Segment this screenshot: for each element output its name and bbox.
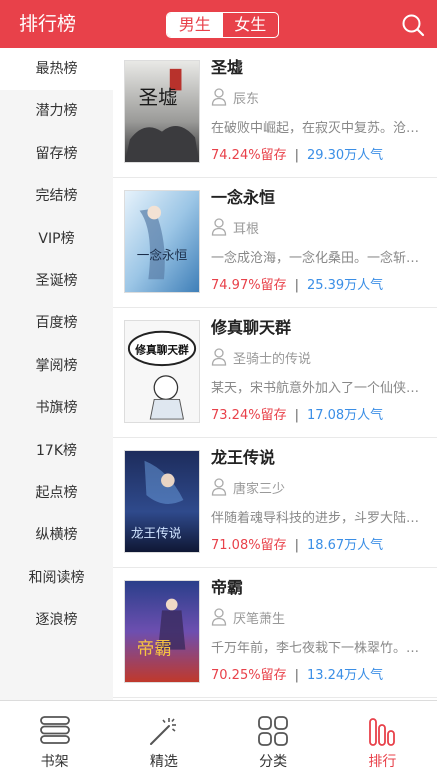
gender-toggle: 男生 女生 bbox=[166, 12, 279, 38]
book-title: 龙王传说 bbox=[211, 448, 276, 467]
retention-rate: 70.25%留存 bbox=[211, 668, 287, 683]
top-bar: 排行榜 男生 女生 bbox=[0, 0, 437, 48]
stats-separator: | bbox=[294, 538, 299, 553]
page-title: 排行榜 bbox=[19, 13, 77, 35]
popularity-count: 13.24万人气 bbox=[306, 668, 384, 683]
svg-text:龙王传说: 龙王传说 bbox=[131, 525, 182, 540]
popularity-count: 17.08万人气 bbox=[306, 408, 384, 423]
sidebar-item-christmas[interactable]: 圣诞榜 bbox=[0, 260, 113, 302]
sidebar-item-zhangyue[interactable]: 掌阅榜 bbox=[0, 345, 113, 387]
book-stats: 73.24%留存 | 17.08万人气 bbox=[211, 404, 383, 423]
retention-rate: 71.08%留存 bbox=[211, 538, 287, 553]
author-row: 圣骑士的传说 bbox=[211, 346, 311, 368]
tab-female[interactable]: 女生 bbox=[223, 13, 279, 37]
nav-label: 书架 bbox=[40, 754, 69, 770]
author-icon bbox=[211, 88, 227, 106]
sidebar-item-hottest[interactable]: 最热榜 bbox=[0, 48, 113, 91]
nav-label: 精选 bbox=[149, 754, 178, 770]
bottom-navigation: 书架 精选 分类 排行 bbox=[0, 700, 437, 782]
retention-rate: 74.97%留存 bbox=[211, 278, 287, 293]
nav-categories[interactable]: 分类 bbox=[219, 701, 328, 782]
book-cover: 圣墟 bbox=[124, 60, 200, 163]
popularity-count: 18.67万人气 bbox=[306, 538, 384, 553]
author-row: 耳根 bbox=[211, 216, 259, 238]
book-list-item[interactable]: 龙王传说 龙王传说 唐家三少 伴随着魂导科技的进步，斗罗大陆上的人 71.08%… bbox=[113, 438, 437, 568]
stats-separator: | bbox=[294, 278, 299, 293]
svg-text:圣墟: 圣墟 bbox=[139, 86, 178, 109]
nav-bookshelf[interactable]: 书架 bbox=[0, 701, 109, 782]
nav-label: 分类 bbox=[259, 754, 288, 770]
sidebar-item-17k[interactable]: 17K榜 bbox=[0, 430, 113, 472]
nav-label: 排行 bbox=[368, 754, 397, 770]
stats-separator: | bbox=[294, 408, 299, 423]
book-stats: 74.97%留存 | 25.39万人气 bbox=[211, 274, 383, 293]
grid-icon bbox=[258, 716, 289, 746]
author-name: 耳根 bbox=[233, 221, 260, 237]
retention-rate: 73.24%留存 bbox=[211, 408, 287, 423]
sidebar-item-shuqi[interactable]: 书旗榜 bbox=[0, 387, 113, 429]
book-cover: 一念永恒 bbox=[124, 190, 200, 293]
search-icon bbox=[402, 14, 425, 37]
author-name: 唐家三少 bbox=[233, 481, 286, 497]
magic-wand-icon bbox=[149, 718, 176, 745]
sidebar-item-retention[interactable]: 留存榜 bbox=[0, 133, 113, 175]
book-list-item[interactable]: 一念永恒 一念永恒 耳根 一念成沧海，一念化桑田。一念斩千魔 74.97%留存 |… bbox=[113, 178, 437, 308]
book-list-item[interactable]: 修真聊天群 修真聊天群 圣骑士的传说 某天，宋书航意外加入了一个仙侠中二病 73… bbox=[113, 308, 437, 438]
bookshelf-icon bbox=[39, 716, 70, 744]
author-name: 辰东 bbox=[233, 91, 260, 107]
ranking-bars-icon bbox=[369, 718, 396, 746]
popularity-count: 29.30万人气 bbox=[306, 148, 384, 163]
book-title: 修真聊天群 bbox=[211, 318, 292, 337]
author-icon bbox=[211, 478, 227, 496]
tab-male[interactable]: 男生 bbox=[167, 13, 223, 37]
stats-separator: | bbox=[294, 668, 299, 683]
author-name: 厌笔萧生 bbox=[233, 611, 286, 627]
retention-rate: 74.24%留存 bbox=[211, 148, 287, 163]
author-icon bbox=[211, 608, 227, 626]
author-row: 唐家三少 bbox=[211, 476, 285, 498]
sidebar-item-potential[interactable]: 潜力榜 bbox=[0, 90, 113, 132]
popularity-count: 25.39万人气 bbox=[306, 278, 384, 293]
book-title: 圣墟 bbox=[211, 58, 244, 77]
nav-featured[interactable]: 精选 bbox=[109, 701, 218, 782]
svg-text:修真聊天群: 修真聊天群 bbox=[134, 343, 189, 356]
sidebar-item-baidu[interactable]: 百度榜 bbox=[0, 302, 113, 344]
sidebar-item-vip[interactable]: VIP榜 bbox=[0, 218, 113, 260]
ranking-category-sidebar: 最热榜 潜力榜 留存榜 完结榜 VIP榜 圣诞榜 百度榜 掌阅榜 书旗榜 17K… bbox=[0, 48, 113, 700]
book-description: 某天，宋书航意外加入了一个仙侠中二病 bbox=[211, 381, 423, 396]
svg-text:帝霸: 帝霸 bbox=[137, 639, 172, 659]
book-stats: 70.25%留存 | 13.24万人气 bbox=[211, 664, 383, 683]
book-list-item[interactable]: 圣墟 圣墟 辰东 在破败中崛起，在寂灭中复苏。沧海成尘 74.24%留存 | 29.… bbox=[113, 48, 437, 178]
author-row: 辰东 bbox=[211, 86, 259, 108]
book-stats: 71.08%留存 | 18.67万人气 bbox=[211, 534, 383, 553]
author-icon bbox=[211, 218, 227, 236]
svg-text:一念永恒: 一念永恒 bbox=[137, 248, 188, 263]
author-row: 厌笔萧生 bbox=[211, 606, 285, 628]
author-icon bbox=[211, 348, 227, 366]
book-list-item[interactable]: 帝霸 帝霸 厌笔萧生 千万年前，李七夜栽下一株翠竹。八百万 70.25%留存 | 1… bbox=[113, 568, 437, 698]
book-description: 在破败中崛起，在寂灭中复苏。沧海成尘 bbox=[211, 121, 423, 136]
book-ranking-list: 圣墟 圣墟 辰东 在破败中崛起，在寂灭中复苏。沧海成尘 74.24%留存 | 29.… bbox=[113, 48, 437, 700]
sidebar-item-zongheng[interactable]: 纵横榜 bbox=[0, 514, 113, 556]
sidebar-item-zhulang[interactable]: 逐浪榜 bbox=[0, 599, 113, 641]
book-cover: 修真聊天群 bbox=[124, 320, 200, 423]
book-title: 一念永恒 bbox=[211, 188, 276, 207]
book-stats: 74.24%留存 | 29.30万人气 bbox=[211, 144, 383, 163]
book-description: 伴随着魂导科技的进步，斗罗大陆上的人 bbox=[211, 511, 423, 526]
sidebar-item-qidian[interactable]: 起点榜 bbox=[0, 472, 113, 514]
book-description: 千万年前，李七夜栽下一株翠竹。八百万 bbox=[211, 641, 423, 656]
nav-ranking[interactable]: 排行 bbox=[328, 701, 437, 782]
sidebar-item-finished[interactable]: 完结榜 bbox=[0, 175, 113, 217]
author-name: 圣骑士的传说 bbox=[233, 351, 312, 367]
search-button[interactable] bbox=[401, 13, 425, 37]
book-cover: 帝霸 bbox=[124, 580, 200, 683]
sidebar-item-heyuedu[interactable]: 和阅读榜 bbox=[0, 557, 113, 599]
book-cover: 龙王传说 bbox=[124, 450, 200, 553]
book-description: 一念成沧海，一念化桑田。一念斩千魔 bbox=[211, 251, 423, 266]
stats-separator: | bbox=[294, 148, 299, 163]
book-title: 帝霸 bbox=[211, 578, 244, 597]
